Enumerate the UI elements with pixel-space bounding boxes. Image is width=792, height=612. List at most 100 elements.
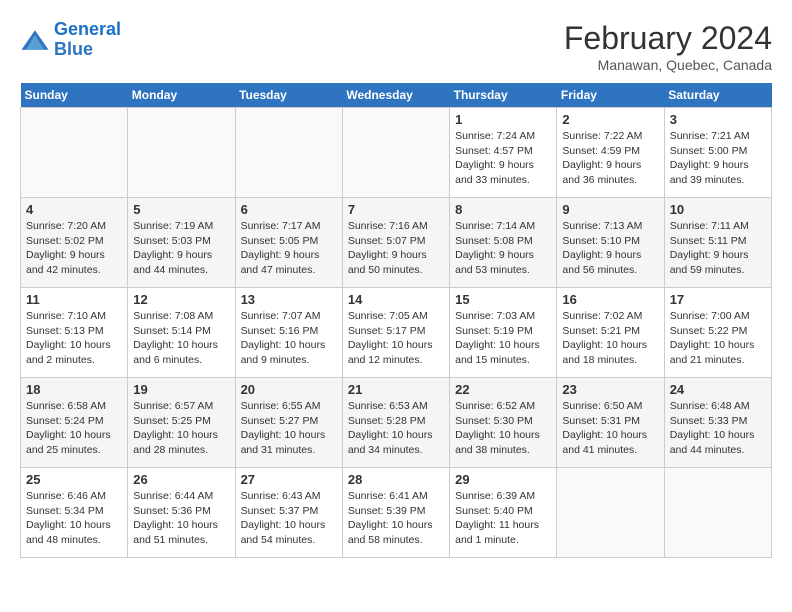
day-number: 22: [455, 382, 551, 397]
day-number: 21: [348, 382, 444, 397]
header-thursday: Thursday: [450, 83, 557, 108]
calendar-header: Sunday Monday Tuesday Wednesday Thursday…: [21, 83, 772, 108]
calendar-cell: 19 Sunrise: 6:57 AMSunset: 5:25 PMDayligh…: [128, 378, 235, 468]
day-number: 4: [26, 202, 122, 217]
day-info: Sunrise: 6:44 AMSunset: 5:36 PMDaylight:…: [133, 489, 229, 548]
day-info: Sunrise: 7:24 AMSunset: 4:57 PMDaylight:…: [455, 129, 551, 188]
calendar-cell: [342, 108, 449, 198]
day-info: Sunrise: 7:00 AMSunset: 5:22 PMDaylight:…: [670, 309, 766, 368]
day-number: 29: [455, 472, 551, 487]
day-number: 19: [133, 382, 229, 397]
day-info: Sunrise: 6:46 AMSunset: 5:34 PMDaylight:…: [26, 489, 122, 548]
day-number: 26: [133, 472, 229, 487]
calendar-cell: 11 Sunrise: 7:10 AMSunset: 5:13 PMDayligh…: [21, 288, 128, 378]
day-number: 5: [133, 202, 229, 217]
day-info: Sunrise: 6:53 AMSunset: 5:28 PMDaylight:…: [348, 399, 444, 458]
calendar-week-5: 25 Sunrise: 6:46 AMSunset: 5:34 PMDayligh…: [21, 468, 772, 558]
day-info: Sunrise: 6:57 AMSunset: 5:25 PMDaylight:…: [133, 399, 229, 458]
logo: General Blue: [20, 20, 121, 60]
day-info: Sunrise: 7:10 AMSunset: 5:13 PMDaylight:…: [26, 309, 122, 368]
day-info: Sunrise: 6:41 AMSunset: 5:39 PMDaylight:…: [348, 489, 444, 548]
day-number: 13: [241, 292, 337, 307]
day-number: 6: [241, 202, 337, 217]
day-number: 1: [455, 112, 551, 127]
day-info: Sunrise: 6:50 AMSunset: 5:31 PMDaylight:…: [562, 399, 658, 458]
day-info: Sunrise: 6:52 AMSunset: 5:30 PMDaylight:…: [455, 399, 551, 458]
calendar-cell: 6 Sunrise: 7:17 AMSunset: 5:05 PMDaylight…: [235, 198, 342, 288]
calendar-cell: [664, 468, 771, 558]
day-info: Sunrise: 7:11 AMSunset: 5:11 PMDaylight:…: [670, 219, 766, 278]
header-sunday: Sunday: [21, 83, 128, 108]
calendar-cell: 24 Sunrise: 6:48 AMSunset: 5:33 PMDayligh…: [664, 378, 771, 468]
day-number: 3: [670, 112, 766, 127]
day-info: Sunrise: 7:13 AMSunset: 5:10 PMDaylight:…: [562, 219, 658, 278]
calendar-cell: 21 Sunrise: 6:53 AMSunset: 5:28 PMDayligh…: [342, 378, 449, 468]
day-info: Sunrise: 6:55 AMSunset: 5:27 PMDaylight:…: [241, 399, 337, 458]
calendar-table: Sunday Monday Tuesday Wednesday Thursday…: [20, 83, 772, 558]
page-subtitle: Manawan, Quebec, Canada: [564, 57, 772, 73]
header-monday: Monday: [128, 83, 235, 108]
calendar-cell: 18 Sunrise: 6:58 AMSunset: 5:24 PMDayligh…: [21, 378, 128, 468]
calendar-body: 1 Sunrise: 7:24 AMSunset: 4:57 PMDaylight…: [21, 108, 772, 558]
title-area: February 2024 Manawan, Quebec, Canada: [564, 20, 772, 73]
day-number: 8: [455, 202, 551, 217]
day-number: 17: [670, 292, 766, 307]
calendar-cell: 23Sunrise: 6:50 AMSunset: 5:31 PMDayligh…: [557, 378, 664, 468]
header-row: Sunday Monday Tuesday Wednesday Thursday…: [21, 83, 772, 108]
calendar-cell: 13 Sunrise: 7:07 AMSunset: 5:16 PMDayligh…: [235, 288, 342, 378]
day-info: Sunrise: 7:07 AMSunset: 5:16 PMDaylight:…: [241, 309, 337, 368]
calendar-cell: 14 Sunrise: 7:05 AMSunset: 5:17 PMDayligh…: [342, 288, 449, 378]
day-info: Sunrise: 6:58 AMSunset: 5:24 PMDaylight:…: [26, 399, 122, 458]
day-number: 27: [241, 472, 337, 487]
day-info: Sunrise: 7:19 AMSunset: 5:03 PMDaylight:…: [133, 219, 229, 278]
calendar-cell: 16Sunrise: 7:02 AMSunset: 5:21 PMDayligh…: [557, 288, 664, 378]
day-number: 20: [241, 382, 337, 397]
calendar-cell: 7Sunrise: 7:16 AMSunset: 5:07 PMDaylight…: [342, 198, 449, 288]
calendar-cell: 5 Sunrise: 7:19 AMSunset: 5:03 PMDaylight…: [128, 198, 235, 288]
day-info: Sunrise: 7:17 AMSunset: 5:05 PMDaylight:…: [241, 219, 337, 278]
header-friday: Friday: [557, 83, 664, 108]
calendar-week-2: 4 Sunrise: 7:20 AMSunset: 5:02 PMDaylight…: [21, 198, 772, 288]
day-number: 14: [348, 292, 444, 307]
calendar-cell: 29 Sunrise: 6:39 AMSunset: 5:40 PMDayligh…: [450, 468, 557, 558]
calendar-cell: 15 Sunrise: 7:03 AMSunset: 5:19 PMDayligh…: [450, 288, 557, 378]
day-info: Sunrise: 7:08 AMSunset: 5:14 PMDaylight:…: [133, 309, 229, 368]
page-title: February 2024: [564, 20, 772, 57]
logo-text: General Blue: [54, 20, 121, 60]
calendar-cell: 26 Sunrise: 6:44 AMSunset: 5:36 PMDayligh…: [128, 468, 235, 558]
header: General Blue February 2024 Manawan, Queb…: [20, 20, 772, 73]
calendar-cell: 28Sunrise: 6:41 AMSunset: 5:39 PMDayligh…: [342, 468, 449, 558]
header-tuesday: Tuesday: [235, 83, 342, 108]
day-number: 7: [348, 202, 444, 217]
calendar-cell: 2Sunrise: 7:22 AMSunset: 4:59 PMDaylight…: [557, 108, 664, 198]
day-number: 16: [562, 292, 658, 307]
day-info: Sunrise: 7:20 AMSunset: 5:02 PMDaylight:…: [26, 219, 122, 278]
day-number: 11: [26, 292, 122, 307]
calendar-cell: 25 Sunrise: 6:46 AMSunset: 5:34 PMDayligh…: [21, 468, 128, 558]
day-number: 18: [26, 382, 122, 397]
day-info: Sunrise: 6:43 AMSunset: 5:37 PMDaylight:…: [241, 489, 337, 548]
calendar-cell: [21, 108, 128, 198]
calendar-cell: 3Sunrise: 7:21 AMSunset: 5:00 PMDaylight…: [664, 108, 771, 198]
calendar-cell: 9 Sunrise: 7:13 AMSunset: 5:10 PMDaylight…: [557, 198, 664, 288]
calendar-cell: 8 Sunrise: 7:14 AMSunset: 5:08 PMDaylight…: [450, 198, 557, 288]
calendar-cell: 17 Sunrise: 7:00 AMSunset: 5:22 PMDayligh…: [664, 288, 771, 378]
header-saturday: Saturday: [664, 83, 771, 108]
day-info: Sunrise: 7:05 AMSunset: 5:17 PMDaylight:…: [348, 309, 444, 368]
day-info: Sunrise: 7:14 AMSunset: 5:08 PMDaylight:…: [455, 219, 551, 278]
calendar-week-1: 1 Sunrise: 7:24 AMSunset: 4:57 PMDaylight…: [21, 108, 772, 198]
header-wednesday: Wednesday: [342, 83, 449, 108]
day-number: 25: [26, 472, 122, 487]
day-number: 2: [562, 112, 658, 127]
calendar-week-3: 11 Sunrise: 7:10 AMSunset: 5:13 PMDayligh…: [21, 288, 772, 378]
day-number: 12: [133, 292, 229, 307]
day-info: Sunrise: 6:39 AMSunset: 5:40 PMDaylight:…: [455, 489, 551, 548]
day-info: Sunrise: 7:03 AMSunset: 5:19 PMDaylight:…: [455, 309, 551, 368]
calendar-cell: 1 Sunrise: 7:24 AMSunset: 4:57 PMDaylight…: [450, 108, 557, 198]
calendar-cell: 10Sunrise: 7:11 AMSunset: 5:11 PMDayligh…: [664, 198, 771, 288]
day-number: 9: [562, 202, 658, 217]
calendar-cell: 27 Sunrise: 6:43 AMSunset: 5:37 PMDayligh…: [235, 468, 342, 558]
day-info: Sunrise: 6:48 AMSunset: 5:33 PMDaylight:…: [670, 399, 766, 458]
day-number: 24: [670, 382, 766, 397]
day-number: 15: [455, 292, 551, 307]
